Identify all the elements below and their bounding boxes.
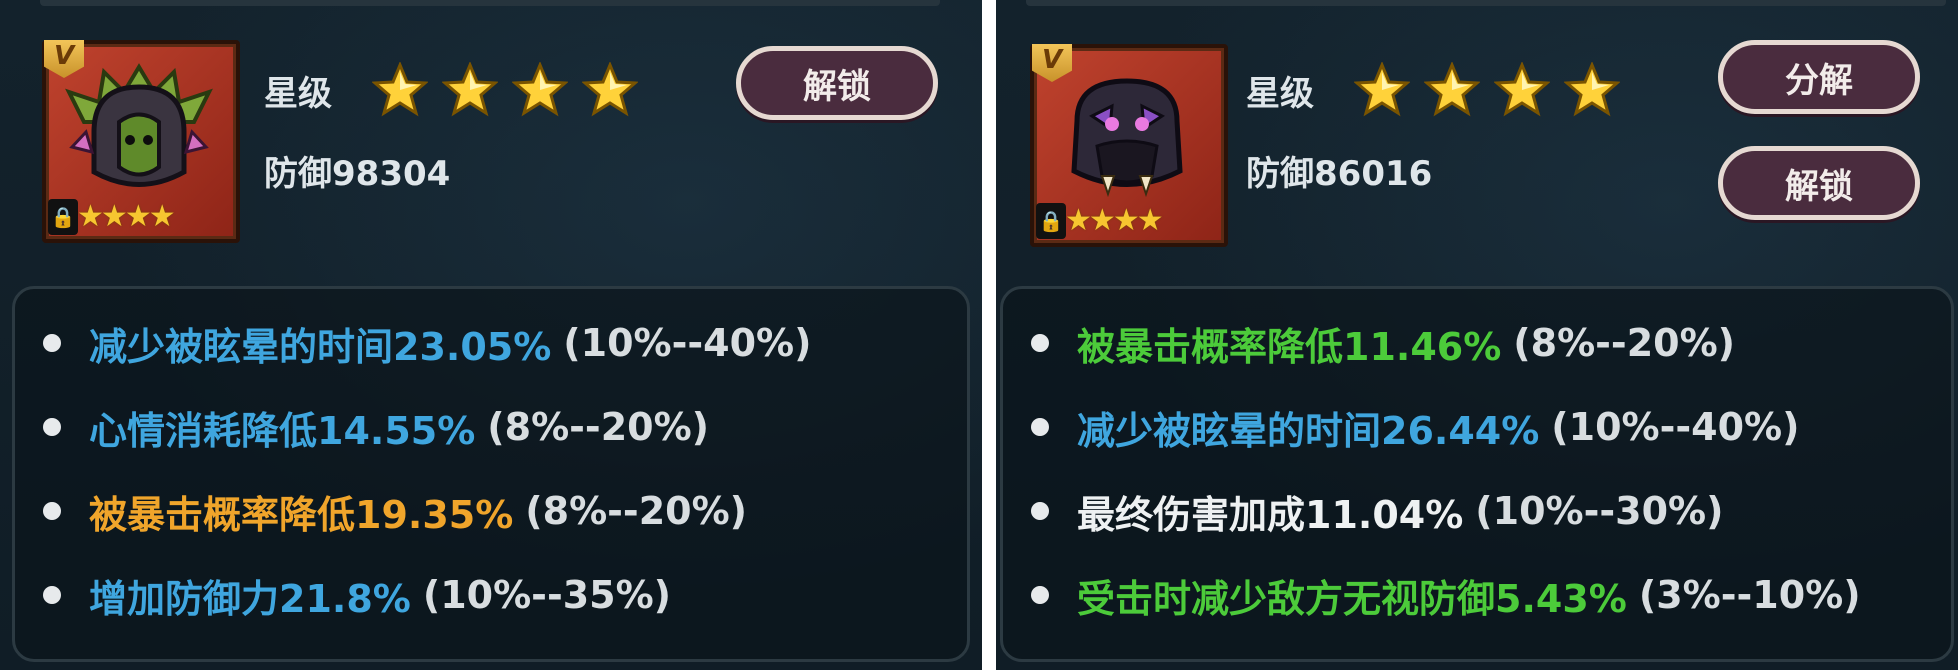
attribute-range: (10%--35%) <box>422 573 672 617</box>
item-icon[interactable]: V 🔒 ★ ★ ★ ★ <box>42 40 240 243</box>
attribute-range: (3%--10%) <box>1638 573 1861 617</box>
star-rating <box>1354 62 1634 118</box>
attribute-row: 被暴击概率降低19.35% (8%--20%) <box>43 483 747 539</box>
attribute-range: (8%--20%) <box>525 489 748 533</box>
attribute-range: (10%--40%) <box>563 321 812 365</box>
attribute-name: 减少被眩晕的时间23.05% <box>89 324 552 369</box>
star-icon <box>442 62 498 117</box>
star-icon <box>582 62 638 117</box>
top-bar <box>1026 0 1946 6</box>
lock-icon: 🔒 <box>48 199 78 235</box>
attribute-row: 最终伤害加成11.04% (10%--30%) <box>1031 483 1723 539</box>
attribute-name: 被暴击概率降低11.46% <box>1077 324 1502 369</box>
star-icon <box>1494 62 1550 117</box>
mini-star-icon: ★ <box>1112 203 1140 238</box>
bullet-icon <box>43 418 61 436</box>
equipment-card-right: V 🔒 ★ ★ ★ ★ 星级 防御86016 分解 解锁 被暴击概率降低11.4… <box>996 0 1958 670</box>
bullet-icon <box>1031 586 1049 604</box>
attribute-list: 减少被眩晕的时间23.05% (10%--40%) 心情消耗降低14.55% (… <box>12 286 970 662</box>
star-rating <box>372 62 652 118</box>
mini-star-icon: ★ <box>100 199 128 234</box>
attribute-row: 增加防御力21.8% (10%--35%) <box>43 567 671 623</box>
star-icon <box>1564 62 1620 117</box>
item-icon[interactable]: V 🔒 ★ ★ ★ ★ <box>1030 44 1228 247</box>
attribute-row: 减少被眩晕的时间26.44% (10%--40%) <box>1031 399 1799 455</box>
mini-star-icon: ★ <box>124 199 152 234</box>
defense-value: 防御86016 <box>1246 154 1433 194</box>
top-bar <box>40 0 940 6</box>
star-icon <box>372 62 428 117</box>
attribute-range: (8%--20%) <box>1513 321 1736 365</box>
bullet-icon <box>1031 418 1049 436</box>
mini-star-icon: ★ <box>1136 203 1164 238</box>
bullet-icon <box>1031 334 1049 352</box>
attribute-name: 被暴击概率降低19.35% <box>89 492 514 537</box>
item-star-rating: 🔒 ★ ★ ★ ★ <box>48 197 176 237</box>
helmet-icon <box>65 63 213 187</box>
defense-value: 防御98304 <box>264 154 451 194</box>
star-label: 星级 <box>264 74 332 114</box>
attribute-list: 被暴击概率降低11.46% (8%--20%) 减少被眩晕的时间26.44% (… <box>1000 286 1954 662</box>
attribute-range: (10%--40%) <box>1551 405 1800 449</box>
star-icon <box>1424 62 1480 117</box>
decompose-button[interactable]: 分解 <box>1718 40 1920 114</box>
attribute-name: 心情消耗降低14.55% <box>89 408 476 453</box>
attribute-range: (10%--30%) <box>1475 489 1724 533</box>
bullet-icon <box>43 334 61 352</box>
unlock-button[interactable]: 解锁 <box>1718 146 1920 220</box>
attribute-name: 减少被眩晕的时间26.44% <box>1077 408 1540 453</box>
attribute-name: 最终伤害加成11.04% <box>1077 492 1464 537</box>
mini-star-icon: ★ <box>77 199 104 234</box>
star-label: 星级 <box>1246 74 1314 114</box>
item-star-rating: 🔒 ★ ★ ★ ★ <box>1036 201 1164 241</box>
star-icon <box>512 62 568 117</box>
mini-star-icon: ★ <box>1088 203 1116 238</box>
attribute-row: 心情消耗降低14.55% (8%--20%) <box>43 399 709 455</box>
attribute-row: 减少被眩晕的时间23.05% (10%--40%) <box>43 315 811 371</box>
bullet-icon <box>43 586 61 604</box>
lock-icon: 🔒 <box>1036 203 1066 239</box>
attribute-name: 受击时减少敌方无视防御5.43% <box>1077 576 1627 621</box>
bullet-icon <box>1031 502 1049 520</box>
attribute-row: 被暴击概率降低11.46% (8%--20%) <box>1031 315 1735 371</box>
equipment-card-left: V 🔒 ★ ★ ★ ★ 星级 防御98304 解锁 减少被眩晕的时间23.05%… <box>0 0 982 670</box>
mini-star-icon: ★ <box>1065 203 1092 238</box>
attribute-range: (8%--20%) <box>487 405 710 449</box>
bullet-icon <box>43 502 61 520</box>
attribute-row: 受击时减少敌方无视防御5.43% (3%--10%) <box>1031 567 1861 623</box>
helmet-icon <box>1071 78 1183 198</box>
unlock-button[interactable]: 解锁 <box>736 46 938 120</box>
mini-star-icon: ★ <box>148 199 176 234</box>
star-icon <box>1354 62 1410 117</box>
attribute-name: 增加防御力21.8% <box>89 576 411 621</box>
